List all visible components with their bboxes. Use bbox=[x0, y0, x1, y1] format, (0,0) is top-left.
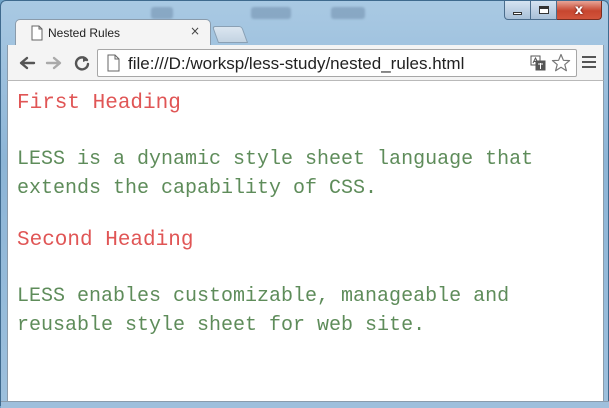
new-tab-button[interactable] bbox=[211, 26, 249, 43]
background-blur bbox=[251, 7, 291, 19]
browser-window: x Nested Rules × file:///D:/worksp/less-… bbox=[0, 0, 609, 408]
toolbar: file:///D:/worksp/less-study/nested_rule… bbox=[7, 45, 604, 81]
url-text[interactable]: file:///D:/worksp/less-study/nested_rule… bbox=[128, 54, 464, 74]
paragraph-2-line-1: LESS enables customizable, manageable an… bbox=[17, 285, 510, 308]
maximize-icon bbox=[538, 6, 549, 14]
page-content: First Heading LESS is a dynamic style sh… bbox=[7, 81, 604, 401]
reload-icon bbox=[74, 56, 90, 71]
minimize-icon bbox=[513, 11, 522, 15]
tab-close-icon[interactable]: × bbox=[190, 24, 200, 38]
paragraph-1: LESS is a dynamic style sheet language t… bbox=[17, 145, 597, 203]
close-icon: x bbox=[574, 2, 584, 18]
tab-title: Nested Rules bbox=[48, 25, 121, 40]
first-heading: First Heading bbox=[17, 92, 181, 115]
paragraph-1-line-1: LESS is a dynamic style sheet language t… bbox=[17, 148, 534, 171]
window-bottom-border bbox=[1, 401, 609, 408]
reload-button[interactable] bbox=[71, 52, 93, 74]
second-heading: Second Heading bbox=[17, 229, 194, 252]
background-blur bbox=[151, 7, 173, 19]
back-button[interactable] bbox=[16, 52, 38, 74]
maximize-button[interactable] bbox=[531, 1, 557, 20]
translate-icon[interactable] bbox=[530, 55, 546, 71]
page-icon bbox=[107, 54, 120, 72]
background-blur bbox=[331, 7, 365, 19]
address-bar[interactable]: file:///D:/worksp/less-study/nested_rule… bbox=[97, 49, 577, 77]
paragraph-2-line-2: reusable style sheet for web site. bbox=[17, 314, 426, 337]
tab-nested-rules[interactable]: Nested Rules × bbox=[15, 19, 211, 45]
document-icon bbox=[31, 25, 43, 40]
arrow-left-icon bbox=[19, 56, 36, 70]
window-controls: x bbox=[504, 1, 602, 21]
paragraph-1-line-2: extends the capability of CSS. bbox=[17, 177, 378, 200]
minimize-button[interactable] bbox=[504, 1, 531, 20]
star-icon[interactable] bbox=[551, 53, 571, 73]
hamburger-menu-icon[interactable] bbox=[580, 53, 598, 73]
close-window-button[interactable]: x bbox=[557, 1, 602, 20]
forward-button[interactable] bbox=[43, 52, 65, 74]
arrow-right-icon bbox=[45, 56, 62, 70]
paragraph-2: LESS enables customizable, manageable an… bbox=[17, 282, 597, 340]
